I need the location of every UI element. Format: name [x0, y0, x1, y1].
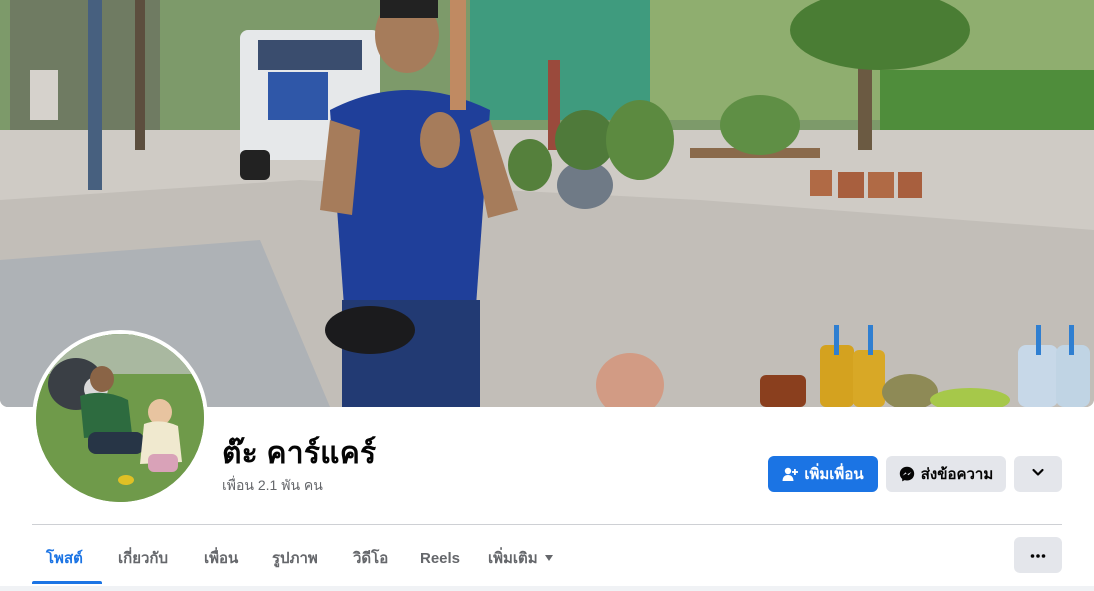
add-friend-button[interactable]: เพิ่มเพื่อน — [768, 456, 878, 492]
message-button[interactable]: ส่งข้อความ — [886, 456, 1006, 492]
header-divider — [32, 524, 1062, 525]
tab-label: โพสต์ — [46, 550, 83, 567]
tab-photos[interactable]: รูปภาพ — [258, 532, 332, 584]
tab-label: รูปภาพ — [272, 550, 318, 567]
page-background — [0, 586, 1094, 591]
profile-options-button[interactable] — [1014, 456, 1062, 492]
chevron-down-icon — [1031, 465, 1045, 483]
add-friend-label: เพิ่มเพื่อน — [804, 466, 864, 483]
tab-about[interactable]: เกี่ยวกับ — [104, 532, 182, 584]
message-label: ส่งข้อความ — [920, 466, 994, 483]
tab-posts[interactable]: โพสต์ — [32, 532, 97, 584]
add-friend-icon — [782, 466, 799, 482]
tab-label: Reels — [420, 549, 461, 567]
tab-reels[interactable]: Reels — [406, 532, 474, 584]
profile-picture[interactable] — [32, 330, 208, 506]
tab-friends[interactable]: เพื่อน — [190, 532, 252, 584]
tab-label: เพื่อน — [204, 550, 239, 567]
active-tab-indicator — [32, 581, 102, 584]
tabs-overflow-button[interactable] — [1014, 537, 1062, 573]
tab-label: เพิ่มเติม — [488, 550, 538, 567]
tab-label: วิดีโอ — [353, 550, 389, 567]
tab-videos[interactable]: วิดีโอ — [339, 532, 402, 584]
profile-name: ต๊ะ คาร์แคร์ — [222, 437, 377, 470]
messenger-icon — [899, 466, 915, 482]
friends-count[interactable]: เพื่อน 2.1 พัน คน — [222, 475, 323, 497]
more-dots-icon — [1030, 546, 1046, 564]
tab-label: เกี่ยวกับ — [118, 550, 169, 567]
avatar-image — [36, 334, 204, 502]
avatar — [36, 334, 204, 502]
caret-down-icon — [544, 555, 553, 561]
tab-more[interactable]: เพิ่มเติม — [474, 532, 567, 584]
